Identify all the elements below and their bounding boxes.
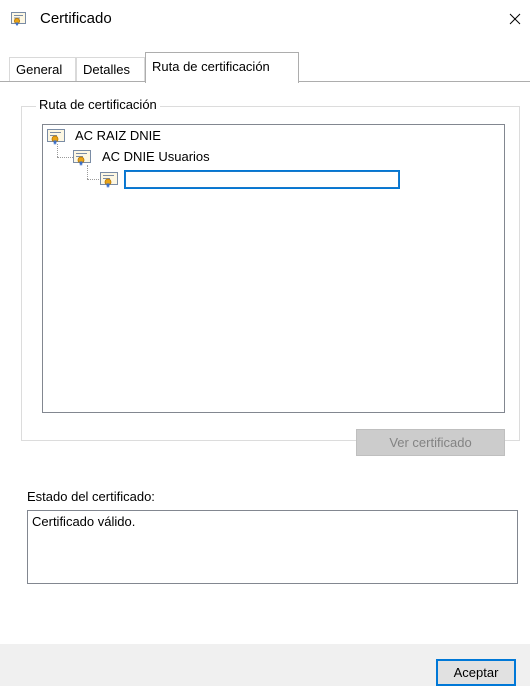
view-certificate-button[interactable]: Ver certificado — [356, 429, 505, 456]
status-label: Estado del certificado: — [27, 489, 155, 504]
tab-label: General — [16, 62, 63, 77]
certification-path-tree[interactable] — [42, 124, 505, 413]
tree-connector — [57, 144, 58, 157]
status-textbox[interactable]: Certificado válido. — [27, 510, 518, 584]
accept-label: Aceptar — [453, 665, 499, 680]
close-button[interactable] — [500, 0, 530, 38]
tree-node-label: AC RAIZ DNIE — [75, 128, 161, 143]
tree-connector — [57, 157, 73, 158]
title-bar: Certificado — [0, 0, 530, 38]
status-value: Certificado válido. — [32, 514, 136, 529]
tree-connector — [87, 179, 99, 180]
certificate-icon — [73, 150, 91, 166]
tab-general[interactable]: General — [9, 57, 76, 81]
tab-detalles[interactable]: Detalles — [76, 57, 145, 81]
view-certificate-label: Ver certificado — [389, 435, 472, 450]
certificate-icon — [47, 129, 65, 145]
accept-button[interactable]: Aceptar — [436, 659, 516, 686]
certificate-icon — [11, 12, 26, 26]
close-icon — [509, 13, 521, 25]
tab-label: Detalles — [83, 62, 130, 77]
tree-node-label: AC DNIE Usuarios — [102, 149, 210, 164]
tab-label: Ruta de certificación — [152, 59, 270, 74]
window-title: Certificado — [40, 10, 112, 27]
tree-connector — [87, 165, 88, 179]
tree-node-edit-field[interactable] — [124, 170, 400, 189]
certificate-icon — [100, 172, 118, 188]
tab-ruta-certificacion[interactable]: Ruta de certificación — [145, 52, 299, 83]
tab-strip: General Detalles Ruta de certificación — [0, 52, 530, 83]
group-legend: Ruta de certificación — [36, 97, 160, 112]
